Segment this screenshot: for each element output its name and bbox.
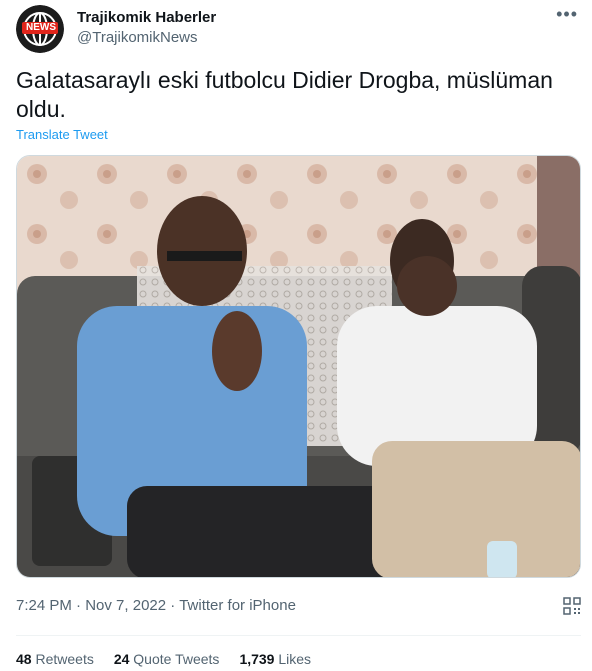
avatar-badge-text: NEWS [26, 22, 56, 33]
quotes-count: 24 [113, 651, 130, 667]
tweet-date[interactable]: Nov 7, 2022 [85, 597, 166, 614]
tweet-stats: 48 Retweets 24 Quote Tweets 1,739 Likes [16, 651, 311, 667]
retweets-stat[interactable]: 48 Retweets [16, 651, 94, 667]
meta-separator: · [170, 597, 180, 614]
account-handle[interactable]: @TrajikomikNews [77, 29, 198, 46]
retweets-count: 48 [16, 651, 32, 667]
likes-count: 1,739 [239, 651, 275, 667]
meta-separator: · [76, 597, 86, 614]
tweet-meta: 7:24 PM · Nov 7, 2022 · Twitter for iPho… [16, 597, 296, 614]
photo-illustration [17, 156, 580, 577]
translate-tweet-link[interactable]: Translate Tweet [16, 127, 108, 142]
retweets-label: Retweets [35, 651, 94, 667]
likes-label: Likes [278, 651, 312, 667]
account-name[interactable]: Trajikomik Haberler [77, 9, 216, 26]
divider [16, 635, 581, 636]
tweet-text: Galatasaraylı eski futbolcu Didier Drogb… [16, 67, 553, 122]
quotes-label: Quote Tweets [133, 651, 220, 667]
qr-code-icon[interactable] [563, 597, 581, 615]
likes-stat[interactable]: 1,739 Likes [239, 651, 311, 667]
tweet-source[interactable]: Twitter for iPhone [179, 597, 296, 614]
tweet-time[interactable]: 7:24 PM [16, 597, 72, 614]
avatar[interactable]: NEWS [16, 5, 64, 53]
quote-tweets-stat[interactable]: 24 Quote Tweets [114, 651, 220, 667]
more-options-icon[interactable]: ••• [556, 4, 578, 25]
tweet-photo[interactable] [16, 155, 581, 578]
